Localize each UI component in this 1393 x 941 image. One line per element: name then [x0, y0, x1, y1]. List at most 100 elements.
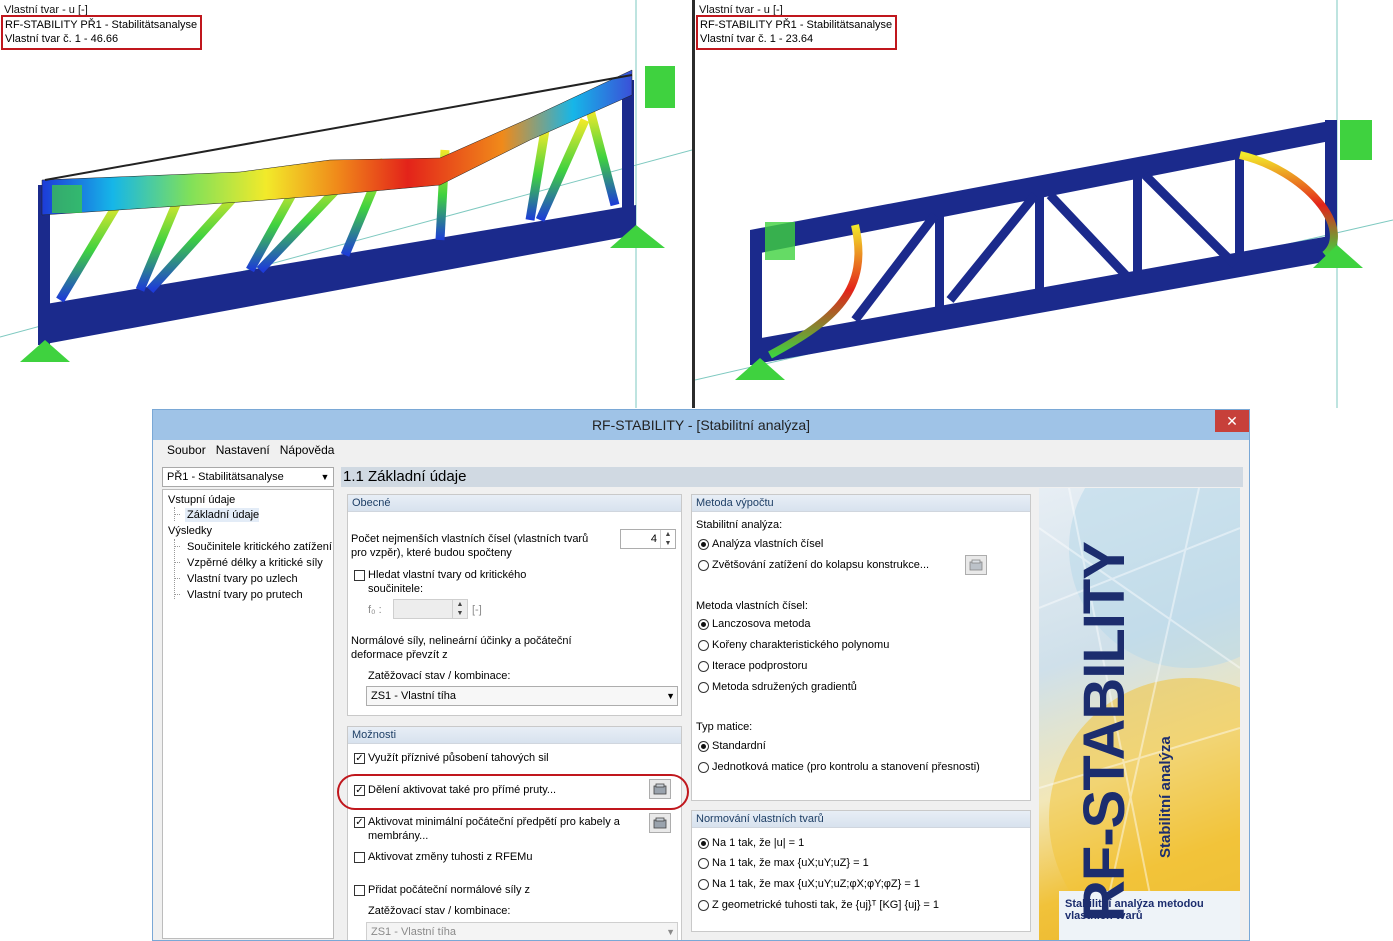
- menu-settings[interactable]: Nastavení: [211, 440, 275, 457]
- general-panel-title: Obecné: [348, 495, 681, 512]
- close-button[interactable]: ✕: [1215, 410, 1249, 432]
- loadcase-select-value: ZS1 - Vlastní tíha: [371, 690, 456, 702]
- tree-item-basic-data[interactable]: Základní údaje: [185, 508, 260, 522]
- truss-model-right: [695, 0, 1393, 408]
- radio-gradient[interactable]: [698, 682, 709, 693]
- radio-norm-geometric[interactable]: [698, 900, 709, 911]
- tension-label: Využít příznivé působení tahových sil: [368, 752, 549, 764]
- viewport-right-info: RF-STABILITY PŘ1 - Stabilitätsanalyse Vl…: [696, 15, 898, 50]
- chevron-down-icon: ▼: [666, 927, 675, 937]
- settings-icon: [969, 559, 983, 571]
- rf-stability-dialog: RF-STABILITY - [Stabilitní analýza] ✕ So…: [152, 409, 1250, 941]
- tree-input-root[interactable]: Vstupní údaje: [168, 493, 235, 507]
- options-loadcase-select[interactable]: ZS1 - Vlastní tíha ▼: [366, 922, 678, 940]
- radio-unit-matrix[interactable]: [698, 762, 709, 773]
- radio-subspace[interactable]: [698, 661, 709, 672]
- stiffness-checkbox[interactable]: [354, 852, 365, 863]
- menu-file[interactable]: Soubor: [153, 440, 211, 457]
- radio-polynomial[interactable]: [698, 640, 709, 651]
- normalization-panel-title: Normování vlastních tvarů: [692, 811, 1030, 828]
- highlight-ellipse: [337, 774, 689, 810]
- initial-forces-label: Přidat počáteční normálové síly z: [368, 884, 531, 896]
- radio-lanczos[interactable]: [698, 619, 709, 630]
- radio-lanczos-label: Lanczosova metoda: [712, 618, 811, 630]
- options-loadcase-label: Zatěžovací stav / kombinace:: [368, 905, 511, 917]
- menu-help[interactable]: Nápověda: [275, 440, 340, 457]
- options-panel-title: Možnosti: [348, 727, 681, 744]
- tree-results-root[interactable]: Výsledky: [168, 524, 212, 538]
- case-select[interactable]: PŘ1 - Stabilitätsanalyse ▼: [162, 467, 334, 487]
- radio-subspace-label: Iterace podprostoru: [712, 660, 808, 672]
- incremental-settings-button[interactable]: [965, 555, 987, 575]
- stepper-arrows-icon[interactable]: ▲ ▼: [660, 530, 675, 548]
- loadcase-label: Zatěžovací stav / kombinace:: [368, 670, 511, 682]
- radio-norm-u-label: Na 1 tak, že |u| = 1: [712, 837, 805, 849]
- normal-forces-label: Normálové síly, nelineární účinky a počá…: [351, 635, 572, 661]
- matrix-label: Typ matice:: [696, 721, 753, 733]
- dialog-title: RF-STABILITY - [Stabilitní analýza]: [591, 417, 811, 433]
- loadcase-select[interactable]: ZS1 - Vlastní tíha ▼: [366, 686, 678, 706]
- prestress-settings-button[interactable]: [649, 813, 671, 833]
- radio-standard-label: Standardní: [712, 740, 766, 752]
- eigen-count-label: Počet nejmenších vlastních čísel (vlastn…: [351, 533, 589, 559]
- radio-polynomial-label: Kořeny charakteristického polynomu: [712, 639, 890, 651]
- tree-item-buckling-lengths[interactable]: Vzpěrné délky a kritické síly: [185, 556, 323, 570]
- chevron-down-icon: ▼: [666, 691, 675, 701]
- viewport-left-case: RF-STABILITY PŘ1 - Stabilitätsanalyse: [5, 19, 198, 31]
- eigen-count-value: 4: [650, 533, 657, 545]
- radio-incremental-label: Zvětšování zatížení do kolapsu konstrukc…: [712, 559, 930, 571]
- viewport-left-info: RF-STABILITY PŘ1 - Stabilitätsanalyse Vl…: [1, 15, 203, 50]
- chevron-down-icon: ▼: [320, 472, 330, 482]
- options-panel: Možnosti ✓ Využít příznivé působení taho…: [347, 726, 682, 940]
- viewport-left[interactable]: Vlastní tvar - u [-] RF-STABILITY PŘ1 - …: [0, 0, 692, 408]
- f0-unit: [-]: [472, 604, 482, 616]
- radio-incremental[interactable]: [698, 560, 709, 571]
- find-shapes-label: Hledat vlastní tvary od kritického souči…: [368, 569, 527, 595]
- find-shapes-checkbox[interactable]: [354, 570, 365, 581]
- radio-norm-max-u[interactable]: [698, 858, 709, 869]
- eigen-count-stepper[interactable]: 4 ▲ ▼: [620, 529, 676, 549]
- options-loadcase-value: ZS1 - Vlastní tíha: [371, 926, 456, 938]
- tension-checkbox[interactable]: ✓: [354, 753, 365, 764]
- banner-caption: Stabilitní analýza metodou vlastních tva…: [1065, 898, 1204, 922]
- eigen-method-label: Metoda vlastních čísel:: [696, 600, 808, 612]
- viewport-right-case: RF-STABILITY PŘ1 - Stabilitätsanalyse: [700, 19, 893, 31]
- prestress-checkbox[interactable]: ✓: [354, 817, 365, 828]
- viewport-right-eigen: Vlastní tvar č. 1 - 23.64: [700, 33, 814, 45]
- tree-item-critical-factors[interactable]: Součinitele kritického zatížení: [185, 540, 332, 554]
- method-panel: Metoda výpočtu Stabilitní analýza: Analý…: [691, 494, 1031, 801]
- tree-item-shapes-nodes[interactable]: Vlastní tvary po uzlech: [185, 572, 298, 586]
- normalization-panel: Normování vlastních tvarů Na 1 tak, že |…: [691, 810, 1031, 932]
- radio-eigenvalue[interactable]: [698, 539, 709, 550]
- radio-norm-u[interactable]: [698, 838, 709, 849]
- radio-gradient-label: Metoda sdružených gradientů: [712, 681, 857, 693]
- radio-standard[interactable]: [698, 741, 709, 752]
- radio-norm-geometric-label: Z geometrické tuhosti tak, že {uj}ᵀ [KG]…: [712, 899, 940, 911]
- case-select-value: PŘ1 - Stabilitätsanalyse: [167, 471, 284, 483]
- product-banner: RF-STABILITY Stabilitní analýza Stabilit…: [1039, 488, 1240, 940]
- method-panel-title: Metoda výpočtu: [692, 495, 1030, 512]
- stepper-arrows-icon[interactable]: ▲ ▼: [452, 600, 467, 618]
- stability-label: Stabilitní analýza:: [696, 519, 783, 531]
- banner-subtitle: Stabilitní analýza: [1157, 736, 1174, 858]
- radio-norm-max-u-label: Na 1 tak, že max {uX;uY;uZ} = 1: [712, 857, 869, 869]
- general-panel: Obecné Počet nejmenších vlastních čísel …: [347, 494, 682, 716]
- dialog-titlebar[interactable]: RF-STABILITY - [Stabilitní analýza] ✕: [153, 410, 1249, 440]
- settings-icon: [653, 817, 667, 829]
- radio-unit-matrix-label: Jednotková matice (pro kontrolu a stanov…: [712, 761, 980, 773]
- radio-eigenvalue-label: Analýza vlastních čísel: [712, 538, 824, 550]
- f0-label: f₀ :: [368, 604, 382, 616]
- banner-graphic: [1039, 488, 1240, 940]
- initial-forces-checkbox[interactable]: [354, 885, 365, 896]
- tree-item-shapes-members[interactable]: Vlastní tvary po prutech: [185, 588, 303, 602]
- viewport-right[interactable]: Vlastní tvar - u [-] RF-STABILITY PŘ1 - …: [695, 0, 1393, 408]
- stiffness-label: Aktivovat změny tuhosti z RFEMu: [368, 851, 533, 863]
- viewport-left-eigen: Vlastní tvar č. 1 - 46.66: [5, 33, 119, 45]
- prestress-label: Aktivovat minimální počáteční předpětí p…: [368, 816, 620, 842]
- menu-bar: Soubor Nastavení Nápověda: [153, 440, 1249, 462]
- banner-title: RF-STABILITY: [1072, 542, 1137, 922]
- radio-norm-max-u-phi[interactable]: [698, 879, 709, 890]
- page-title: 1.1 Základní údaje: [341, 467, 1243, 487]
- radio-norm-max-u-phi-label: Na 1 tak, že max {uX;uY;uZ;φX;φY;φZ} = 1: [712, 878, 920, 890]
- f0-stepper[interactable]: ▲ ▼: [393, 599, 468, 619]
